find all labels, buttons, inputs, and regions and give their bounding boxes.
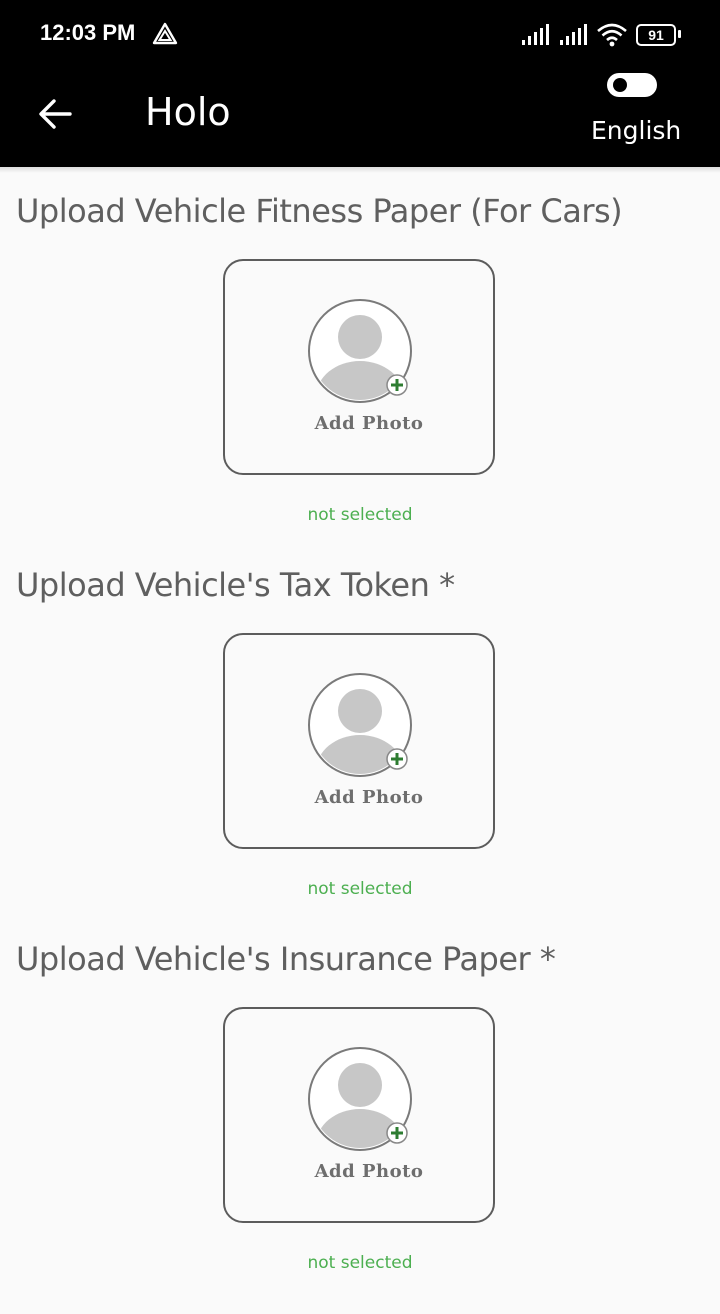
header-shadow (0, 167, 720, 173)
app-bar: Holo English (0, 68, 720, 167)
selection-status: not selected (307, 1253, 413, 1273)
upload-section-insurance: Upload Vehicle's Insurance Paper * Add P… (0, 940, 720, 1314)
language-toggle[interactable] (607, 73, 657, 97)
battery-icon: 91 (636, 24, 681, 46)
signal-icon (522, 24, 549, 45)
avatar-placeholder-icon (308, 1047, 412, 1151)
avatar-placeholder-icon (308, 673, 412, 777)
page-title: Holo (145, 90, 231, 134)
add-photo-label: Add Photo (314, 413, 424, 434)
status-bar: 12:03 PM 91 (0, 0, 720, 68)
toggle-knob (613, 78, 627, 92)
wifi-icon (597, 23, 627, 47)
add-photo-label: Add Photo (314, 1161, 424, 1182)
add-photo-button[interactable]: Add Photo (223, 633, 495, 849)
status-time: 12:03 PM (40, 20, 136, 45)
app-notification-icon (152, 22, 178, 45)
battery-level: 91 (636, 24, 676, 46)
add-photo-button[interactable]: Add Photo (223, 1007, 495, 1223)
upload-section-fitness: Upload Vehicle Fitness Paper (For Cars) … (0, 192, 720, 566)
section-title: Upload Vehicle's Tax Token * (16, 566, 455, 604)
add-photo-label: Add Photo (314, 787, 424, 808)
avatar-placeholder-icon (308, 299, 412, 403)
upload-section-tax-token: Upload Vehicle's Tax Token * Add Photo n… (0, 566, 720, 940)
arrow-left-icon[interactable] (36, 94, 76, 134)
signal-icon (560, 24, 587, 45)
add-photo-button[interactable]: Add Photo (223, 259, 495, 475)
section-title: Upload Vehicle Fitness Paper (For Cars) (16, 192, 623, 230)
section-title: Upload Vehicle's Insurance Paper * (16, 940, 556, 978)
language-label: English (591, 116, 682, 145)
selection-status: not selected (307, 505, 413, 525)
selection-status: not selected (307, 879, 413, 899)
